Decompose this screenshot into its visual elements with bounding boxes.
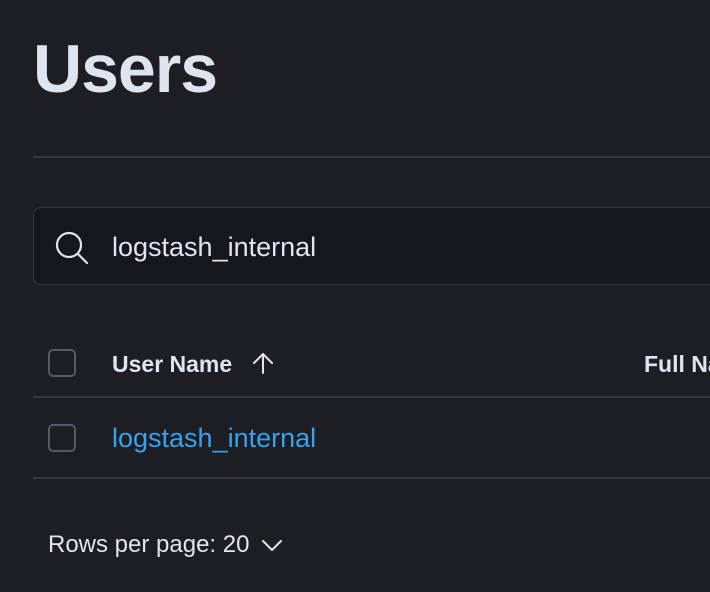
- users-page: Users User Name Full Na logstash_interna…: [0, 0, 710, 592]
- select-all-checkbox[interactable]: [48, 349, 76, 377]
- rows-per-page-button[interactable]: Rows per page: 20: [48, 528, 285, 562]
- arrow-up-icon[interactable]: [250, 350, 276, 376]
- row-divider: [33, 477, 710, 479]
- page-title: Users: [33, 31, 218, 107]
- column-header-full-name[interactable]: Full Na: [644, 348, 710, 380]
- header-row-divider: [33, 396, 710, 398]
- row-checkbox[interactable]: [48, 424, 76, 452]
- user-name-link[interactable]: logstash_internal: [112, 421, 316, 455]
- header-divider: [33, 156, 710, 158]
- column-header-user-name[interactable]: User Name: [112, 348, 232, 380]
- rows-per-page-label: Rows per page: 20: [48, 531, 250, 558]
- chevron-down-icon: [262, 540, 283, 551]
- search-icon: [55, 231, 89, 265]
- search-input[interactable]: [112, 226, 672, 268]
- search-box[interactable]: [33, 207, 710, 285]
